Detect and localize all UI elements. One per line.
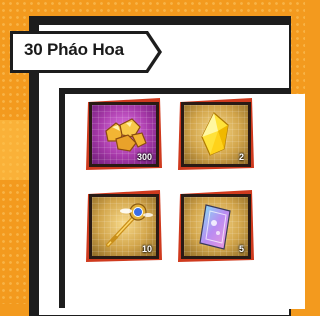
reward-slot-golden-key[interactable]: 10 bbox=[86, 190, 162, 262]
reward-banner: 30 Pháo Hoa bbox=[10, 31, 162, 73]
reward-slot-ticket-card[interactable]: 5 bbox=[178, 190, 254, 262]
item-quantity: 300 bbox=[136, 152, 152, 162]
item-quantity: 10 bbox=[141, 244, 152, 254]
item-quantity: 2 bbox=[238, 152, 244, 162]
banner-title: 30 Pháo Hoa bbox=[24, 40, 124, 59]
reward-slot-yellow-crystal[interactable]: 2 bbox=[178, 98, 254, 170]
reward-slot-gold-nuggets[interactable]: 300 bbox=[86, 98, 162, 170]
item-quantity: 5 bbox=[238, 244, 244, 254]
